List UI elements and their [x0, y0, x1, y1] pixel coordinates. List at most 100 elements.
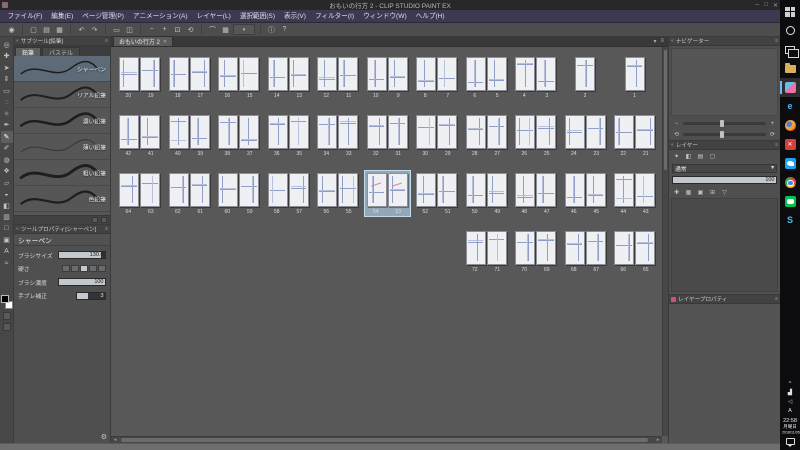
save-icon[interactable]: ▦ [54, 24, 65, 35]
menu-item-4[interactable]: アニメーション(A) [128, 10, 192, 23]
property-slider[interactable]: 3 [76, 291, 106, 300]
collapse-icon[interactable]: « [16, 38, 19, 44]
page-thumbnail[interactable]: 1 [612, 55, 657, 100]
fit-view-icon[interactable]: ⊡ [172, 24, 183, 35]
page-thumbnail[interactable]: 28 27 [464, 113, 509, 158]
subtool-item-4[interactable]: 薄い鉛筆 [14, 134, 110, 160]
page-thumbnail[interactable]: 46 45 [563, 171, 608, 216]
subtool-tab-パステル[interactable]: パステル [42, 47, 81, 57]
volume-icon[interactable]: ◁ [788, 398, 792, 406]
page-thumbnail[interactable]: 56 55 [315, 171, 360, 216]
network-icon[interactable]: ▟ [788, 389, 792, 397]
move-tool[interactable]: ✚ [1, 51, 13, 63]
page-thumbnail[interactable]: 42 41 [117, 113, 162, 158]
wrench-icon[interactable]: ⚙ [101, 433, 107, 441]
gradient-tool[interactable]: ▥ [1, 212, 13, 224]
cortana-button[interactable] [780, 21, 800, 40]
document-tab[interactable]: おもいの行方 2 ✕ [113, 36, 174, 46]
file-explorer-button[interactable] [780, 59, 800, 78]
redo-icon[interactable]: ↷ [89, 24, 100, 35]
delete-icon[interactable]: ▭ [111, 24, 122, 35]
subtool-item-2[interactable]: リアル鉛筆 [14, 82, 110, 108]
page-thumbnail[interactable]: 30 29 [414, 113, 459, 158]
color-set-icon[interactable] [2, 323, 11, 331]
property-slider[interactable]: 130.0 [58, 251, 106, 259]
selection-tool[interactable]: ▭ [1, 85, 13, 97]
snap-ruler-icon[interactable]: ⌒ [207, 24, 218, 35]
decoration-tool[interactable]: ❖ [1, 166, 13, 178]
page-thumbnail[interactable]: 50 49 [464, 171, 509, 216]
undo-icon[interactable]: ↶ [76, 24, 87, 35]
menu-item-9[interactable]: ウィンドウ(W) [359, 10, 412, 23]
layer-effect-icon[interactable]: ✦ [672, 153, 681, 160]
layer-mask-icon[interactable]: ◧ [684, 153, 693, 160]
new-file-icon[interactable]: ▢ [28, 24, 39, 35]
page-thumbnail[interactable]: 20 19 [117, 55, 162, 100]
skype-button[interactable]: S [780, 211, 800, 230]
text-tool[interactable]: A [1, 246, 13, 258]
deselect-icon[interactable]: ◫ [124, 24, 135, 35]
page-thumbnail[interactable]: 14 13 [266, 55, 311, 100]
page-thumbnail[interactable]: 43 [513, 55, 558, 100]
help-icon[interactable]: ? [279, 24, 290, 35]
page-thumbnail[interactable]: 36 35 [266, 113, 311, 158]
canvas-menu-icon[interactable]: ≡ [660, 38, 664, 44]
page-thumbnail[interactable]: 24 23 [563, 113, 608, 158]
layer-list[interactable] [671, 198, 778, 292]
fill-tool[interactable]: ◧ [1, 200, 13, 212]
info-icon[interactable]: ⓘ [266, 24, 277, 35]
page-thumbnail[interactable]: 16 15 [216, 55, 261, 100]
page-thumbnail[interactable]: 62 61 [167, 171, 212, 216]
duplicate-layer-icon[interactable]: ▣ [696, 189, 705, 196]
tab-list-icon[interactable]: ▾ [653, 38, 656, 45]
chrome-button[interactable] [780, 173, 800, 192]
page-thumbnail[interactable]: 40 39 [167, 113, 212, 158]
page-thumbnail[interactable]: 10 9 [365, 55, 410, 100]
foreground-color-chip[interactable] [0, 295, 9, 303]
page-thumbnail[interactable]: 64 63 [117, 171, 162, 216]
menu-item-3[interactable]: ページ管理(P) [78, 10, 129, 23]
firefox-button[interactable] [780, 116, 800, 135]
taskbar-clock[interactable]: 22:58 月曜日 2018/11/05 [780, 418, 800, 435]
panel-menu-icon[interactable]: ≡ [105, 38, 108, 44]
snap-mode-dropdown[interactable]: ▾ [233, 24, 255, 35]
close-button[interactable]: ✕ [773, 2, 778, 9]
page-thumbnail[interactable]: 87 [414, 55, 459, 100]
hardness-steps[interactable] [62, 265, 106, 272]
page-thumbnail[interactable]: 58 57 [266, 171, 311, 216]
page-thumbnail[interactable]: 60 59 [216, 171, 261, 216]
blend-tool[interactable]: ◒ [1, 189, 13, 201]
minimize-button[interactable]: ─ [755, 2, 759, 8]
ime-indicator[interactable]: A [788, 407, 792, 415]
clip-studio-paint-button[interactable] [780, 78, 800, 97]
vertical-scroll-handle[interactable] [664, 50, 667, 170]
subtool-item-1[interactable]: シャーペン [14, 56, 110, 82]
page-thumbnail[interactable]: 32 31 [365, 113, 410, 158]
new-folder-icon[interactable]: ▦ [684, 189, 693, 196]
page-thumbnail[interactable]: 44 43 [612, 171, 657, 216]
eye-icon[interactable]: ◉ [6, 24, 17, 35]
collapse-icon[interactable]: « [671, 142, 674, 148]
layer-move-tool[interactable]: ⇕ [1, 74, 13, 86]
close-tab-icon[interactable]: ✕ [163, 39, 167, 45]
pencil-tool[interactable]: ✎ [0, 131, 13, 143]
pen-tool[interactable]: ✒ [1, 120, 13, 132]
page-thumbnail[interactable]: 68 67 [563, 229, 608, 274]
page-thumbnail[interactable]: 48 47 [513, 171, 558, 216]
page-thumbnail[interactable]: 52 51 [414, 171, 459, 216]
page-thumbnail[interactable]: 34 33 [315, 113, 360, 158]
frame-tool[interactable]: ▣ [1, 235, 13, 247]
maximize-button[interactable]: □ [764, 2, 768, 8]
menu-item-10[interactable]: ヘルプ(H) [411, 10, 449, 23]
eyedropper-tool[interactable]: ✧ [1, 108, 13, 120]
line-button[interactable] [780, 192, 800, 211]
layer-ruler-icon[interactable]: ▤ [696, 153, 705, 160]
page-thumbnail[interactable]: 72 71 [464, 229, 509, 274]
hidden-icons-chevron[interactable]: ^ [789, 380, 792, 388]
brush-tool[interactable]: ✐ [1, 143, 13, 155]
subtool-item-5[interactable]: 粗い鉛筆 [14, 160, 110, 186]
horizontal-scroll-handle[interactable] [121, 438, 648, 442]
collapse-icon[interactable]: « [16, 226, 19, 232]
page-thumbnail[interactable]: 65 [464, 55, 509, 100]
page-thumbnail[interactable]: 12 11 [315, 55, 360, 100]
